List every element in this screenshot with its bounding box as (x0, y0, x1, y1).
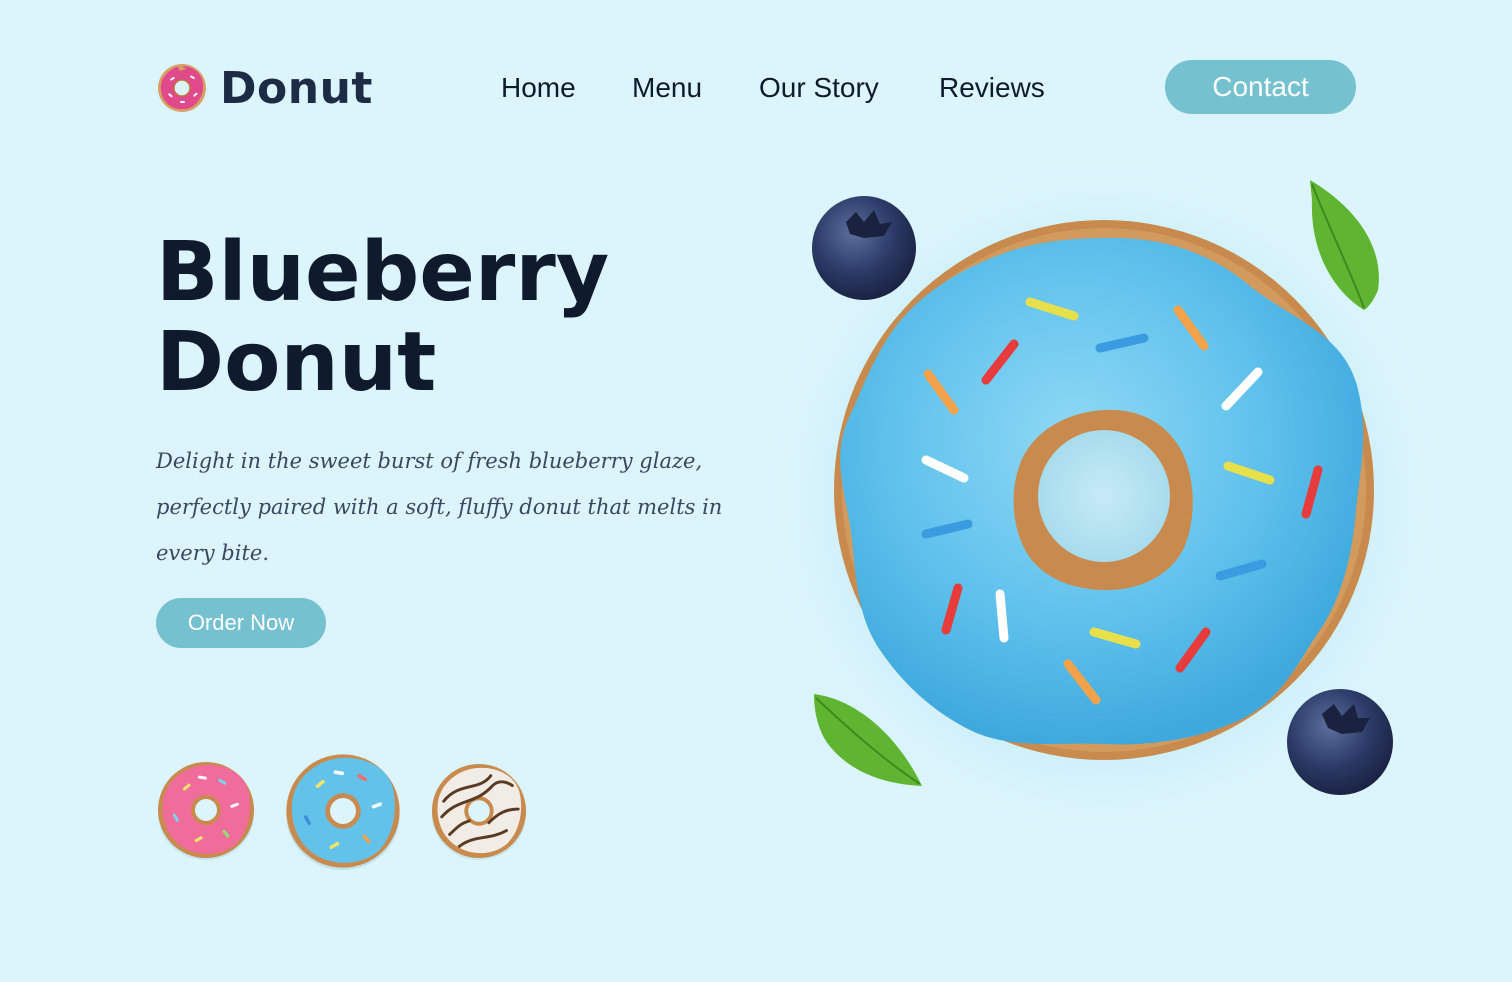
variant-thumb-chocolate[interactable] (430, 762, 528, 860)
hero-title: Blueberry Donut (156, 228, 609, 408)
brand-name: Donut (220, 62, 373, 114)
contact-button[interactable]: Contact (1165, 60, 1356, 114)
blue-donut-icon (286, 754, 400, 870)
nav-menu[interactable]: Menu (632, 68, 702, 108)
nav-our-story[interactable]: Our Story (759, 68, 879, 108)
hero-title-line-2: Donut (156, 315, 437, 410)
nav-reviews[interactable]: Reviews (939, 68, 1045, 108)
hero-description: Delight in the sweet burst of fresh blue… (156, 449, 723, 565)
order-now-button[interactable]: Order Now (156, 598, 326, 648)
donut-hole (1038, 430, 1170, 562)
nav-home[interactable]: Home (501, 68, 576, 108)
variant-thumb-pink[interactable] (156, 760, 256, 860)
hero-donut-illustration (760, 150, 1464, 860)
pink-donut-icon (158, 762, 254, 860)
hero-title-line-1: Blueberry (156, 225, 610, 320)
donut-logo-icon (158, 64, 206, 112)
chocolate-drizzle-donut-icon (431, 763, 527, 860)
blueberry-bottom-right (1287, 689, 1393, 795)
brand-logo[interactable]: Donut (156, 60, 373, 116)
variant-thumb-blue[interactable] (284, 752, 402, 870)
blueberry-top-left (812, 196, 916, 300)
